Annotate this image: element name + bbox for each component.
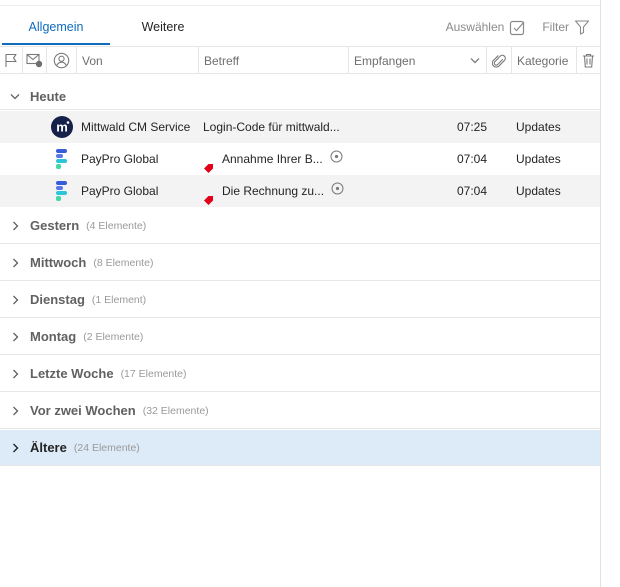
chevron-right-icon bbox=[0, 406, 30, 416]
select-checkbox-icon bbox=[509, 19, 526, 36]
column-kategorie-label: Kategorie bbox=[517, 53, 569, 68]
column-kategorie[interactable]: Kategorie bbox=[512, 47, 577, 74]
chevron-right-icon bbox=[0, 221, 30, 231]
message-subject-text: Die Rechnung zu... bbox=[222, 184, 325, 198]
message-time: 07:04 bbox=[457, 184, 488, 198]
list-tools: Auswählen Filter bbox=[446, 10, 590, 44]
group-count: (32 Elemente) bbox=[142, 404, 209, 417]
tab-weitere[interactable]: Weitere bbox=[130, 10, 196, 44]
tab-allgemein[interactable]: Allgemein bbox=[2, 10, 110, 45]
message-category: Updates bbox=[516, 120, 561, 134]
mittwald-logo-icon: m bbox=[51, 116, 73, 138]
group-count: (4 Elemente) bbox=[86, 219, 147, 232]
group-count: (2 Elemente) bbox=[83, 330, 144, 343]
svg-text:m: m bbox=[56, 120, 68, 135]
flag-icon bbox=[4, 53, 18, 68]
chevron-right-icon bbox=[0, 295, 30, 305]
chevron-right-icon bbox=[0, 258, 30, 268]
chevron-down-icon bbox=[0, 93, 30, 100]
group-count: (8 Elemente) bbox=[93, 256, 154, 269]
group-label: Dienstag bbox=[30, 292, 85, 307]
attachment-column[interactable] bbox=[487, 47, 512, 74]
group-label: Letzte Woche bbox=[30, 366, 114, 381]
group-count: (1 Element) bbox=[91, 293, 147, 306]
message-row[interactable]: PayPro Global Annahme Ihrer B... 07:04 U… bbox=[0, 143, 600, 175]
group-label: Montag bbox=[30, 329, 77, 344]
message-row[interactable]: m Mittwald CM Service Login-Code für mit… bbox=[0, 111, 600, 143]
column-von[interactable]: Von bbox=[77, 47, 199, 74]
filter-funnel-icon bbox=[574, 19, 590, 35]
group-label: Gestern bbox=[30, 218, 80, 233]
tab-bar: Allgemein Weitere Auswählen Filter bbox=[0, 10, 600, 46]
chevron-right-icon bbox=[0, 369, 30, 379]
red-tag-icon bbox=[203, 186, 214, 205]
group-count: (17 Elemente) bbox=[120, 367, 187, 380]
filter-label: Filter bbox=[542, 20, 569, 34]
paperclip-icon bbox=[492, 53, 506, 69]
group-dienstag-header[interactable]: Dienstag (1 Element) bbox=[0, 282, 600, 318]
group-vor-zwei-wochen-header[interactable]: Vor zwei Wochen (32 Elemente) bbox=[0, 393, 600, 429]
message-row[interactable]: PayPro Global Die Rechnung zu... 07:04 U… bbox=[0, 175, 600, 207]
paypro-logo-icon bbox=[51, 148, 73, 170]
tracking-target-icon[interactable] bbox=[330, 143, 343, 175]
active-tab-indicator bbox=[2, 43, 110, 45]
message-subject: Die Rechnung zu... bbox=[203, 175, 344, 207]
group-label: Ältere bbox=[30, 440, 67, 455]
message-time: 07:25 bbox=[457, 120, 488, 134]
red-tag-icon bbox=[203, 154, 214, 173]
column-von-label: Von bbox=[82, 53, 103, 68]
chevron-right-icon bbox=[0, 332, 30, 342]
message-sender: PayPro Global bbox=[81, 184, 159, 198]
message-category: Updates bbox=[516, 152, 561, 166]
group-aeltere-header[interactable]: Ältere (24 Elemente) bbox=[0, 430, 600, 466]
group-count: (24 Elemente) bbox=[73, 441, 140, 454]
column-empfangen[interactable]: Empfangen bbox=[349, 47, 487, 74]
message-sender: Mittwald CM Service bbox=[81, 120, 191, 134]
column-empfangen-label: Empfangen bbox=[354, 53, 416, 68]
tab-weitere-label: Weitere bbox=[141, 20, 185, 34]
tab-allgemein-label: Allgemein bbox=[28, 20, 84, 34]
person-icon bbox=[53, 52, 70, 69]
group-letzte-woche-header[interactable]: Letzte Woche (17 Elemente) bbox=[0, 356, 600, 392]
group-label: Mittwoch bbox=[30, 255, 87, 270]
message-time: 07:04 bbox=[457, 152, 488, 166]
paypro-logo-icon bbox=[51, 180, 73, 202]
delete-column[interactable] bbox=[577, 47, 600, 74]
filter-button[interactable]: Filter bbox=[542, 19, 590, 35]
message-sender: PayPro Global bbox=[81, 152, 159, 166]
group-gestern-header[interactable]: Gestern (4 Elemente) bbox=[0, 208, 600, 244]
top-divider bbox=[0, 5, 600, 6]
group-montag-header[interactable]: Montag (2 Elemente) bbox=[0, 319, 600, 355]
read-status-column[interactable] bbox=[23, 47, 47, 74]
group-heute-header[interactable]: Heute bbox=[0, 84, 600, 110]
avatar-column[interactable] bbox=[47, 47, 77, 74]
select-button[interactable]: Auswählen bbox=[446, 19, 527, 36]
chevron-right-icon bbox=[0, 443, 30, 453]
message-subject-text: Login-Code für mittwald... bbox=[203, 120, 340, 134]
pane-border bbox=[600, 0, 601, 587]
select-label: Auswählen bbox=[445, 20, 505, 34]
tracking-target-icon[interactable] bbox=[331, 175, 344, 207]
group-mittwoch-header[interactable]: Mittwoch (8 Elemente) bbox=[0, 245, 600, 281]
column-betreff[interactable]: Betreff bbox=[199, 47, 349, 74]
flag-column[interactable] bbox=[0, 47, 23, 74]
message-subject: Annahme Ihrer B... bbox=[203, 143, 343, 175]
group-label: Vor zwei Wochen bbox=[30, 403, 136, 418]
group-heute-label: Heute bbox=[30, 89, 67, 104]
message-category: Updates bbox=[516, 184, 561, 198]
column-betreff-label: Betreff bbox=[204, 53, 240, 68]
message-subject-text: Annahme Ihrer B... bbox=[222, 152, 323, 166]
column-header: Von Betreff Empfangen Kategorie bbox=[0, 46, 600, 74]
chevron-down-icon bbox=[470, 57, 480, 64]
trash-icon bbox=[582, 53, 595, 68]
envelope-unread-icon bbox=[26, 53, 43, 68]
message-subject: Login-Code für mittwald... bbox=[203, 111, 340, 143]
